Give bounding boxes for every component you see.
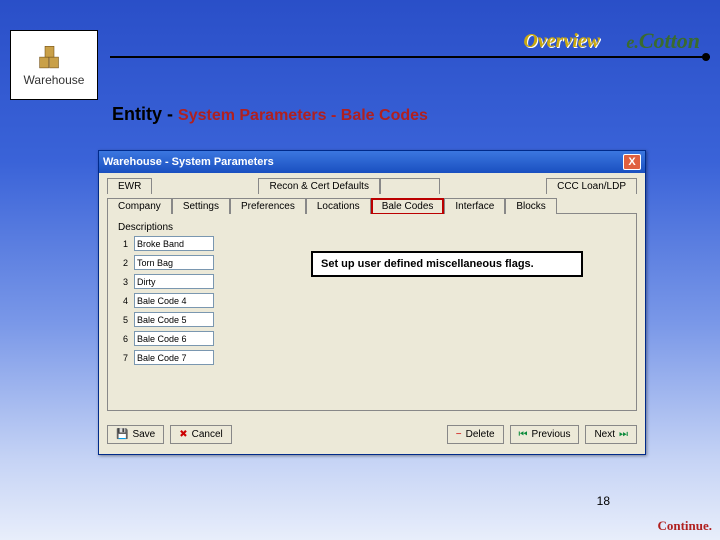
page-number: 18 [597, 494, 610, 508]
continue-link[interactable]: Continue. [657, 518, 712, 534]
cancel-icon: ✖ [179, 429, 187, 440]
bale-code-input-4[interactable] [134, 293, 214, 308]
prev-icon: ⏮ [519, 429, 528, 440]
bale-code-input-1[interactable] [134, 236, 214, 251]
bale-code-row: 6 [118, 331, 626, 346]
tab-ccc-loan-ldp[interactable]: CCC Loan/LDP [546, 178, 637, 194]
tab-row-2: Company Settings Preferences Locations B… [99, 193, 645, 213]
bale-code-input-7[interactable] [134, 350, 214, 365]
system-parameters-dialog: Warehouse - System Parameters X EWR Reco… [98, 150, 646, 455]
delete-button[interactable]: −Delete [447, 425, 504, 444]
warehouse-logo-label: Warehouse [24, 73, 85, 87]
dialog-title: Warehouse - System Parameters [103, 156, 274, 168]
dialog-button-bar: 💾Save ✖Cancel −Delete ⏮Previous Next⏭ [107, 420, 637, 448]
next-button[interactable]: Next⏭ [585, 425, 637, 444]
tab-bale-codes[interactable]: Bale Codes [371, 198, 445, 214]
bale-code-row: 1 [118, 236, 626, 251]
bale-code-input-6[interactable] [134, 331, 214, 346]
next-icon: ⏭ [619, 429, 628, 440]
bale-code-row: 7 [118, 350, 626, 365]
previous-button[interactable]: ⏮Previous [510, 425, 580, 444]
page-title: Entity - System Parameters - Bale Codes [112, 104, 428, 125]
close-button[interactable]: X [623, 154, 641, 170]
minus-icon: − [456, 429, 462, 440]
callout-box: Set up user defined miscellaneous flags. [311, 251, 583, 277]
tab-settings[interactable]: Settings [172, 198, 230, 214]
overview-label: Overview [523, 30, 600, 53]
tab-row-1: EWR Recon & Cert Defaults CCC Loan/LDP [99, 173, 645, 193]
tab-interface[interactable]: Interface [444, 198, 505, 214]
tab-ewr[interactable]: EWR [107, 178, 152, 194]
header-rule [110, 56, 710, 58]
warehouse-logo: Warehouse [10, 30, 98, 100]
header-rule-dot [702, 53, 710, 61]
bale-code-input-2[interactable] [134, 255, 214, 270]
tab-locations[interactable]: Locations [306, 198, 371, 214]
tab-blank[interactable] [380, 178, 440, 194]
bale-code-row: 5 [118, 312, 626, 327]
descriptions-label: Descriptions [118, 222, 626, 233]
bale-code-input-3[interactable] [134, 274, 214, 289]
tab-recon-cert-defaults[interactable]: Recon & Cert Defaults [258, 178, 380, 194]
tab-panel-bale-codes: Descriptions 1 2 3 4 5 6 7 [107, 213, 637, 411]
close-icon: X [628, 156, 635, 168]
bale-code-input-5[interactable] [134, 312, 214, 327]
save-button[interactable]: 💾Save [107, 425, 164, 444]
dialog-titlebar: Warehouse - System Parameters X [99, 151, 645, 173]
brand-label: e.Cotton [626, 28, 700, 54]
save-icon: 💾 [116, 429, 128, 440]
tab-preferences[interactable]: Preferences [230, 198, 306, 214]
tab-blocks[interactable]: Blocks [505, 198, 556, 214]
bale-code-row: 4 [118, 293, 626, 308]
cancel-button[interactable]: ✖Cancel [170, 425, 232, 444]
tab-company[interactable]: Company [107, 198, 172, 214]
